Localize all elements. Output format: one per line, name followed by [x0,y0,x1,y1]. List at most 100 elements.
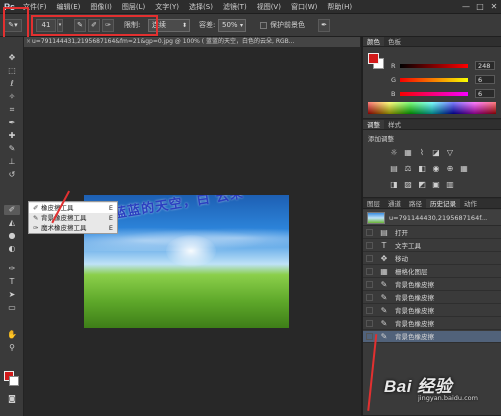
blur-tool-icon[interactable]: ● [4,231,20,241]
history-item[interactable]: ✎ 背景色橡皮擦 [363,279,501,291]
history-source-checkbox[interactable] [366,320,373,327]
tab-channels[interactable]: 通道 [384,199,405,208]
clone-stamp-icon[interactable]: ⊥ [4,157,20,167]
history-panel-tabs: 图层 通道 路径 历史记录 动作 [363,199,501,209]
menu-image[interactable]: 图像(I) [85,0,117,14]
eyedropper-icon[interactable]: ✒ [4,118,20,128]
marquee-tool-icon[interactable]: ⬚ [4,66,20,76]
pressure-icon[interactable]: ✒ [318,19,330,32]
selective-color-icon[interactable]: ▣ [431,180,441,190]
pen-tool-icon[interactable]: ✑ [4,264,20,274]
healing-brush-icon[interactable]: ✚ [4,131,20,141]
history-snapshot[interactable]: u=791144430,2195687164f... [363,210,501,226]
brightness-icon[interactable]: ☼ [389,148,399,158]
canvas-text-layer[interactable]: 蓝蓝的天空，白 云朵 [112,195,289,222]
color-lookup-icon[interactable]: ▦ [459,164,469,174]
color-spectrum[interactable] [368,102,496,114]
tab-color[interactable]: 颜色 [363,37,384,46]
history-brush-icon[interactable]: ↺ [4,170,20,180]
minimize-button[interactable]: — [459,0,473,14]
history-source-checkbox[interactable] [366,281,373,288]
posterize-icon[interactable]: ▨ [403,180,413,190]
curves-icon[interactable]: ⌇ [417,148,427,158]
gradient-map-icon[interactable]: ▥ [445,180,455,190]
protect-foreground-checkbox[interactable] [260,22,267,29]
tab-adjustments[interactable]: 调整 [363,120,384,129]
black-white-icon[interactable]: ◧ [417,164,427,174]
tab-history[interactable]: 历史记录 [426,199,460,208]
background-color-swatch[interactable] [9,376,19,386]
menu-help[interactable]: 帮助(H) [322,0,357,14]
history-source-checkbox[interactable] [366,307,373,314]
close-button[interactable]: ✕ [487,0,501,14]
menu-edit[interactable]: 编辑(E) [52,0,86,14]
history-item[interactable]: T 文字工具 [363,240,501,252]
options-highlight [31,15,158,36]
document-tab[interactable]: × u=791144431,2195687164&fm=21&gp=0.jpg … [24,37,361,47]
dodge-tool-icon[interactable]: ◐ [4,244,20,254]
history-source-checkbox[interactable] [366,333,373,340]
b-slider[interactable] [400,92,468,96]
move-tool-icon[interactable]: ✥ [4,53,20,63]
tab-layers[interactable]: 图层 [363,199,384,208]
maximize-button[interactable]: □ [473,0,487,14]
quick-mask-icon[interactable]: ◙ [4,394,20,404]
g-slider[interactable] [400,78,468,82]
hand-tool-icon[interactable]: ✋ [4,330,20,340]
brush-tool-icon[interactable]: ✎ [4,144,20,154]
tolerance-input[interactable]: 50% ▾ [218,19,246,32]
levels-icon[interactable]: ▦ [403,148,413,158]
channel-mixer-icon[interactable]: ⊕ [445,164,455,174]
paint-bucket-icon[interactable]: ◭ [4,218,20,228]
flyout-item-magic-eraser[interactable]: ✑ 魔术橡皮擦工具 E [29,223,117,233]
type-tool-icon[interactable]: T [4,277,20,287]
hue-saturation-icon[interactable]: ▤ [389,164,399,174]
tool-preset-highlight [3,7,29,39]
invert-icon[interactable]: ◨ [389,180,399,190]
color-balance-icon[interactable]: ⚖ [403,164,413,174]
history-item[interactable]: ✎ 背景色橡皮擦 [363,305,501,317]
path-select-icon[interactable]: ➤ [4,290,20,300]
close-icon[interactable]: × [26,37,31,47]
panel-foreground-swatch[interactable] [368,53,379,64]
menu-layer[interactable]: 图层(L) [117,0,150,14]
tab-paths[interactable]: 路径 [405,199,426,208]
tab-actions[interactable]: 动作 [460,199,481,208]
menu-type[interactable]: 文字(Y) [150,0,184,14]
flyout-item-eraser[interactable]: ✐ 橡皮擦工具 E [29,203,117,213]
g-value-input[interactable]: 6 [475,75,495,84]
tab-styles[interactable]: 样式 [384,120,405,129]
shape-tool-icon[interactable]: ▭ [4,303,20,313]
photo-filter-icon[interactable]: ◉ [431,164,441,174]
menu-view[interactable]: 视图(V) [252,0,286,14]
exposure-icon[interactable]: ◪ [431,148,441,158]
history-item[interactable]: ▦ 栅格化图层 [363,266,501,278]
menu-filter[interactable]: 滤镜(T) [218,0,252,14]
tolerance-label: 容差: [199,21,216,29]
lasso-tool-icon[interactable]: ℓ [4,79,20,89]
history-source-checkbox[interactable] [366,268,373,275]
b-value-input[interactable]: 6 [475,89,495,98]
baidu-jingyan-watermark: Bai 经验 jingyan.baidu.com [384,372,500,412]
history-item[interactable]: ▤ 打开 [363,227,501,239]
quick-select-icon[interactable]: ✧ [4,92,20,102]
menu-window[interactable]: 窗口(W) [286,0,322,14]
eraser-tool-icon[interactable]: ✐ [4,205,20,215]
history-item[interactable]: ✎ 背景色橡皮擦 [363,292,501,304]
history-item[interactable]: ✥ 移动 [363,253,501,265]
r-value-input[interactable]: 248 [475,61,495,70]
crop-tool-icon[interactable]: ⌗ [4,105,20,115]
history-item-current[interactable]: ✎ 背景色橡皮擦 [363,331,501,343]
history-source-checkbox[interactable] [366,242,373,249]
menu-select[interactable]: 选择(S) [184,0,218,14]
threshold-icon[interactable]: ◩ [417,180,427,190]
history-item[interactable]: ✎ 背景色橡皮擦 [363,318,501,330]
vibrance-icon[interactable]: ▽ [445,148,455,158]
tab-swatches[interactable]: 色板 [384,37,405,46]
history-source-checkbox[interactable] [366,255,373,262]
flyout-item-background-eraser[interactable]: ✎ 背景橡皮擦工具 E [29,213,117,223]
history-source-checkbox[interactable] [366,229,373,236]
zoom-tool-icon[interactable]: ⚲ [4,343,20,353]
history-source-checkbox[interactable] [366,294,373,301]
r-slider[interactable] [400,64,468,68]
